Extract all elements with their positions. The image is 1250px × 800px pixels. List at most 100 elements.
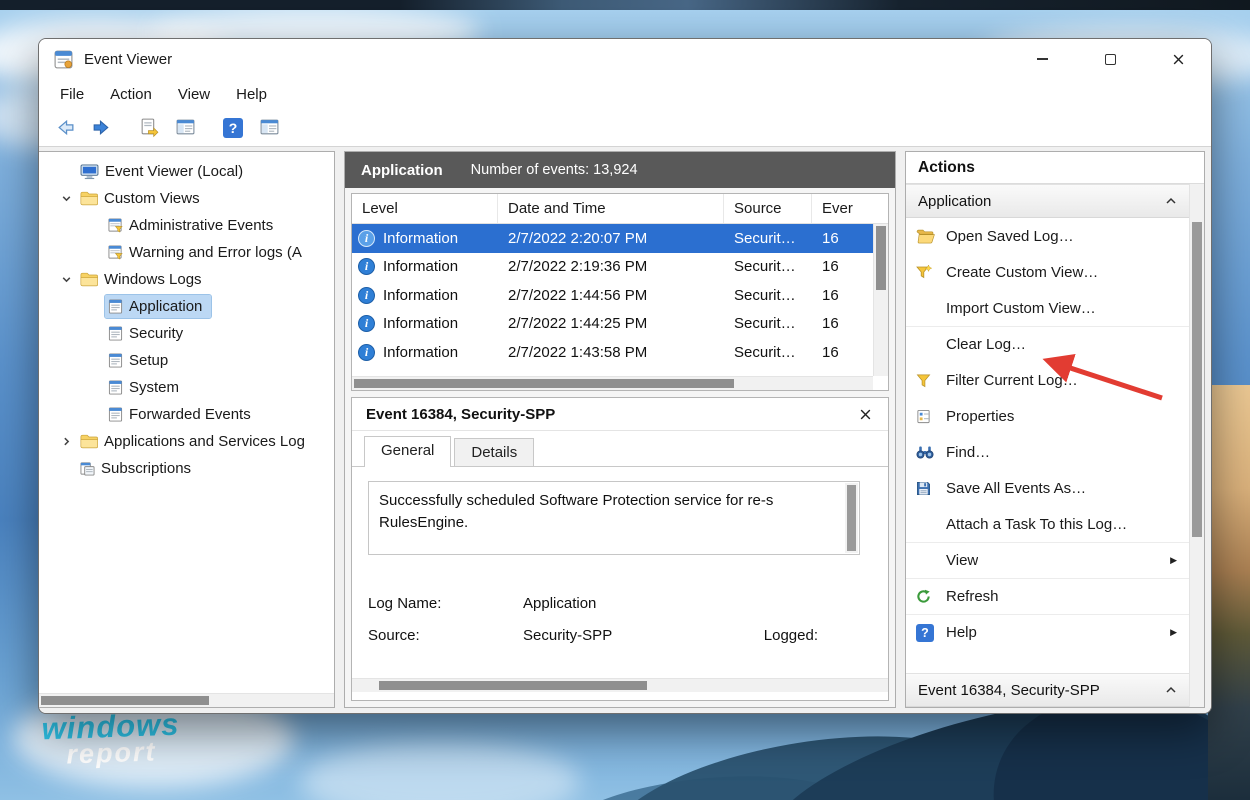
tree-item-applications-and-services-logs[interactable]: Applications and Services Log	[39, 428, 334, 455]
menu-file[interactable]: File	[47, 82, 97, 107]
maximize-button[interactable]	[1087, 39, 1133, 79]
event-id: 16	[812, 287, 873, 304]
scrollbar-thumb[interactable]	[41, 696, 209, 705]
event-level: Information	[383, 258, 458, 275]
export-log-icon	[139, 117, 160, 138]
action-import-custom-view[interactable]: Import Custom View…	[906, 290, 1189, 326]
action-properties[interactable]: Properties	[906, 398, 1189, 434]
event-row[interactable]: iInformation 2/7/2022 1:44:25 PM Securit…	[352, 310, 873, 339]
menu-view[interactable]: View	[165, 82, 223, 107]
event-row[interactable]: iInformation 2/7/2022 1:44:56 PM Securit…	[352, 281, 873, 310]
event-source: Securit…	[724, 230, 812, 247]
tree-item-administrative-events[interactable]: Administrative Events	[39, 212, 334, 239]
close-event-details-button[interactable]	[854, 403, 876, 425]
chevron-down-icon[interactable]	[55, 193, 77, 204]
tab-general[interactable]: General	[364, 436, 451, 467]
event-source: Securit…	[724, 315, 812, 332]
tree-item-setup[interactable]: Setup	[39, 347, 334, 374]
console-tree-panel: Event Viewer (Local) Custom Views Admini…	[39, 151, 335, 708]
action-label: Clear Log…	[946, 336, 1026, 353]
collapse-section-icon[interactable]	[1165, 197, 1177, 205]
action-help[interactable]: ? Help ▶	[906, 614, 1189, 650]
filter-icon	[916, 373, 946, 388]
action-open-saved-log[interactable]: Open Saved Log…	[906, 218, 1189, 254]
action-pane-toggle-button[interactable]	[255, 114, 283, 142]
actions-vertical-scrollbar[interactable]	[1189, 184, 1204, 707]
action-attach-task[interactable]: Attach a Task To this Log…	[906, 506, 1189, 542]
tree-item-subscriptions[interactable]: Subscriptions	[39, 455, 334, 482]
forward-arrow-icon	[91, 117, 112, 138]
scrollbar-thumb[interactable]	[1192, 222, 1202, 537]
chevron-down-icon[interactable]	[55, 274, 77, 285]
back-button[interactable]	[51, 114, 79, 142]
event-row[interactable]: iInformation 2/7/2022 2:20:07 PM Securit…	[352, 224, 873, 253]
chevron-right-icon[interactable]	[55, 436, 77, 447]
console-tree-toggle-button[interactable]	[171, 114, 199, 142]
tree-item-application[interactable]: Application	[39, 293, 334, 320]
tree-item-warning-and-error-logs[interactable]: Warning and Error logs (A	[39, 239, 334, 266]
close-icon	[859, 408, 872, 421]
description-vertical-scrollbar[interactable]	[845, 483, 858, 553]
close-button[interactable]	[1155, 39, 1201, 79]
action-filter-current-log[interactable]: Filter Current Log…	[906, 362, 1189, 398]
column-header-source[interactable]: Source	[724, 194, 812, 223]
event-row[interactable]: iInformation 2/7/2022 2:19:36 PM Securit…	[352, 253, 873, 282]
tab-details[interactable]: Details	[454, 438, 534, 467]
window-controls	[997, 39, 1211, 79]
event-list-horizontal-scrollbar[interactable]	[352, 376, 873, 390]
event-level: Information	[383, 287, 458, 304]
event-row[interactable]: iInformation 2/7/2022 1:43:58 PM Securit…	[352, 338, 873, 367]
tree-item-label: Application	[129, 298, 202, 315]
actions-body: Application Open Saved Log… Create Custo…	[906, 184, 1204, 707]
scrollbar-thumb[interactable]	[379, 681, 647, 690]
window-content: Event Viewer (Local) Custom Views Admini…	[39, 147, 1211, 713]
create-custom-view-icon	[916, 264, 946, 280]
minimize-icon	[1037, 58, 1048, 60]
collapse-section-icon[interactable]	[1165, 686, 1177, 694]
title-bar: Event Viewer	[39, 39, 1211, 79]
information-icon: i	[358, 344, 375, 361]
tree-item-custom-views[interactable]: Custom Views	[39, 185, 334, 212]
export-button[interactable]	[135, 114, 163, 142]
tree-item-windows-logs[interactable]: Windows Logs	[39, 266, 334, 293]
tree-item-label: System	[129, 379, 179, 396]
scrollbar-thumb[interactable]	[354, 379, 734, 388]
forward-button[interactable]	[87, 114, 115, 142]
menu-help[interactable]: Help	[223, 82, 280, 107]
list-panel-header: Application Number of events: 13,924	[345, 152, 895, 188]
menu-action[interactable]: Action	[97, 82, 165, 107]
event-details-horizontal-scrollbar[interactable]	[352, 678, 888, 692]
event-datetime: 2/7/2022 1:44:25 PM	[498, 315, 724, 332]
action-refresh[interactable]: Refresh	[906, 578, 1189, 614]
event-list-vertical-scrollbar[interactable]	[873, 224, 888, 376]
column-header-date-time[interactable]: Date and Time	[498, 194, 724, 223]
information-icon: i	[358, 258, 375, 275]
action-label: Open Saved Log…	[946, 228, 1074, 245]
tree-item-system[interactable]: System	[39, 374, 334, 401]
section-header-application[interactable]: Application	[906, 184, 1189, 218]
tree-horizontal-scrollbar[interactable]	[39, 693, 334, 707]
action-label: Save All Events As…	[946, 480, 1086, 497]
tree-item-security[interactable]: Security	[39, 320, 334, 347]
tree-item-forwarded-events[interactable]: Forwarded Events	[39, 401, 334, 428]
action-save-all-events-as[interactable]: Save All Events As…	[906, 470, 1189, 506]
action-find[interactable]: Find…	[906, 434, 1189, 470]
tree-item-event-viewer-local[interactable]: Event Viewer (Local)	[39, 158, 334, 185]
scrollbar-thumb[interactable]	[876, 226, 886, 290]
computer-icon	[80, 164, 99, 180]
column-header-level[interactable]: Level	[352, 194, 498, 223]
minimize-button[interactable]	[1019, 39, 1065, 79]
event-log-icon	[108, 353, 123, 368]
column-header-event-id[interactable]: Ever	[812, 194, 888, 223]
section-header-event[interactable]: Event 16384, Security-SPP	[906, 673, 1189, 707]
action-clear-log[interactable]: Clear Log…	[906, 326, 1189, 362]
event-datetime: 2/7/2022 1:43:58 PM	[498, 344, 724, 361]
back-arrow-icon	[55, 117, 76, 138]
action-create-custom-view[interactable]: Create Custom View…	[906, 254, 1189, 290]
field-log-name: Log Name: Application	[368, 587, 860, 619]
action-view[interactable]: View ▶	[906, 542, 1189, 578]
event-details-tabs: General Details	[352, 431, 888, 467]
help-icon: ?	[916, 624, 946, 642]
scrollbar-thumb[interactable]	[847, 485, 856, 551]
help-button[interactable]: ?	[219, 114, 247, 142]
